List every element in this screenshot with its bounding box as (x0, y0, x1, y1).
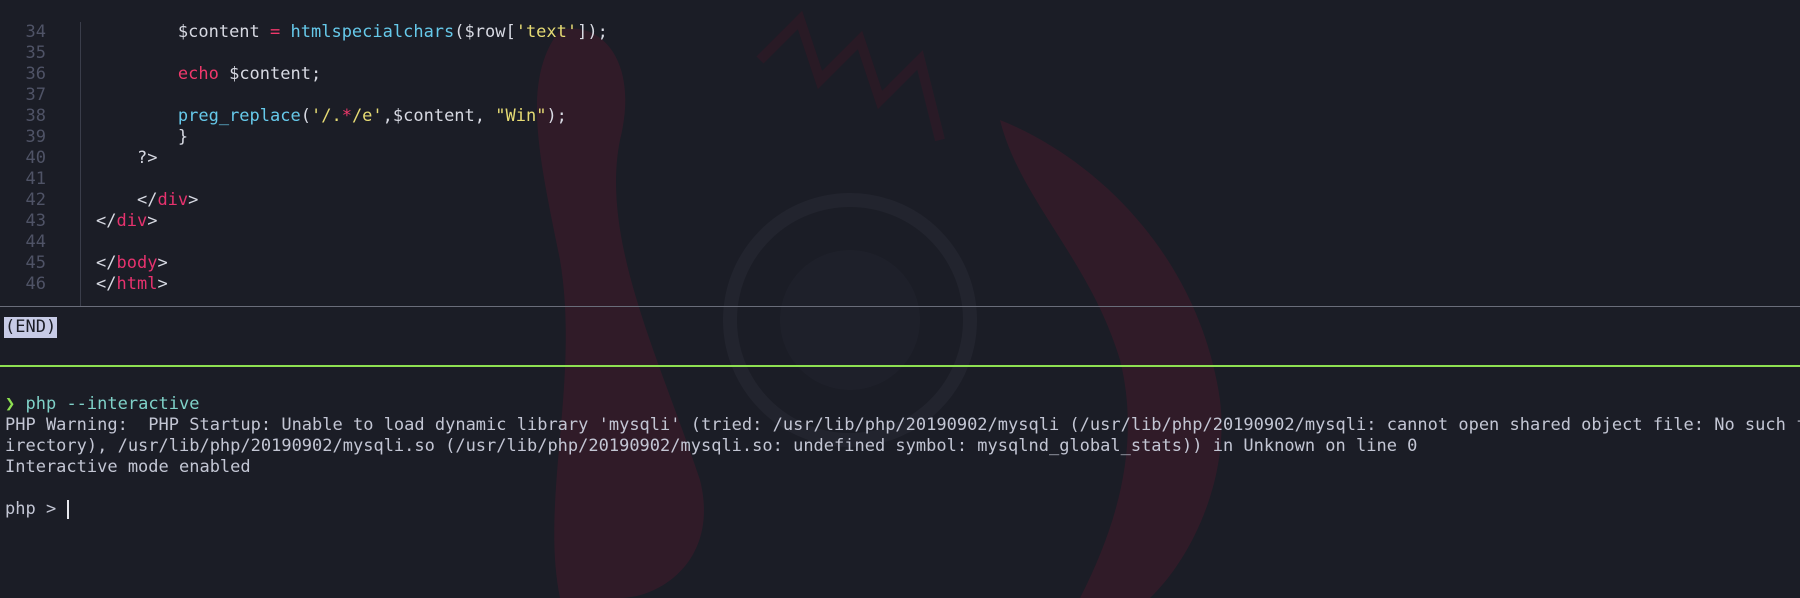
code-token: preg_replace (177, 106, 301, 126)
code-token: > (157, 274, 168, 294)
code-line: 37 (0, 85, 1800, 106)
code-line: 45 </body> (0, 253, 1800, 274)
line-number: 45 (25, 253, 46, 273)
code-token: </ (96, 211, 117, 231)
terminal-output[interactable]: ❯ php --interactive PHP Warning: PHP Sta… (5, 394, 1800, 520)
code-token: > (188, 190, 199, 210)
code-text: } (96, 127, 188, 148)
code-token: div (116, 211, 148, 231)
code-token: "Win" (495, 106, 547, 126)
line-number: 39 (25, 127, 46, 147)
mode-line: Interactive mode enabled (5, 457, 251, 477)
code-token: 'text' (515, 22, 578, 42)
code-token: ?> (136, 148, 158, 168)
line-number: 35 (25, 43, 46, 63)
code-token: body (116, 253, 158, 273)
code-viewer[interactable]: 34 $content = htmlspecialchars($row['tex… (0, 22, 1800, 295)
warning-line-1: PHP Warning: PHP Startup: Unable to load… (5, 415, 1800, 435)
prompt-separator (0, 365, 1800, 367)
pager-divider (0, 306, 1800, 307)
line-number: 42 (25, 190, 46, 210)
code-line: 43 </div> (0, 211, 1800, 232)
code-line: 35 (0, 43, 1800, 64)
line-number: 34 (25, 22, 46, 42)
line-number: 37 (25, 85, 46, 105)
repl-prompt: php > (5, 499, 67, 519)
line-number: 41 (25, 169, 46, 189)
code-line: 40 ?> (0, 148, 1800, 169)
line-number: 36 (25, 64, 46, 84)
code-token: ( (300, 106, 311, 126)
code-line: 34 $content = htmlspecialchars($row['tex… (0, 22, 1800, 43)
code-token: * (341, 106, 352, 126)
command-text: php --interactive (25, 394, 200, 414)
code-text: $content = htmlspecialchars($row['text']… (96, 22, 608, 43)
code-token: div (157, 190, 189, 210)
code-token: $content (177, 22, 271, 42)
text-cursor (67, 499, 70, 519)
code-token: </ (136, 190, 158, 210)
code-token: > (157, 253, 168, 273)
code-line: 36 echo $content; (0, 64, 1800, 85)
code-text: </body> (96, 253, 168, 274)
command-line: ❯ php --interactive (5, 394, 1800, 415)
code-token: $content; (218, 64, 322, 84)
code-token: /e' (351, 106, 383, 126)
line-number: 40 (25, 148, 46, 168)
line-number: 46 (25, 274, 46, 294)
line-number: 43 (25, 211, 46, 231)
line-number: 38 (25, 106, 46, 126)
code-text: preg_replace('/.*/e',$content, "Win"); (96, 106, 567, 127)
code-text: </div> (96, 211, 157, 232)
code-text: </html> (96, 274, 168, 295)
code-line: 44 (0, 232, 1800, 253)
code-token: htmlspecialchars (290, 22, 455, 42)
code-token: </ (96, 253, 117, 273)
code-text: ?> (96, 148, 157, 169)
code-token: '/. (310, 106, 342, 126)
warning-line-2: irectory), /usr/lib/php/20190902/mysqli.… (5, 436, 1418, 456)
code-token: ]); (577, 22, 608, 42)
prompt-chevron-icon: ❯ (5, 394, 16, 414)
code-line: 42 </div> (0, 190, 1800, 211)
code-text: </div> (96, 190, 198, 211)
code-token: html (116, 274, 158, 294)
code-token: > (147, 211, 158, 231)
code-token: } (177, 127, 189, 147)
pager-end-marker: (END) (4, 317, 58, 338)
code-token: ($row[ (454, 22, 516, 42)
code-line: 46 </html> (0, 274, 1800, 295)
line-number: 44 (25, 232, 46, 252)
code-token: ); (546, 106, 567, 126)
code-token: ,$content, (382, 106, 496, 126)
code-line: 38 preg_replace('/.*/e',$content, "Win")… (0, 106, 1800, 127)
code-line: 39 } (0, 127, 1800, 148)
code-token: </ (96, 274, 117, 294)
code-token: echo (177, 64, 219, 84)
code-line: 41 (0, 169, 1800, 190)
code-text: echo $content; (96, 64, 321, 85)
repl-input-line[interactable]: php > (5, 499, 1800, 520)
code-token: = (270, 22, 281, 42)
